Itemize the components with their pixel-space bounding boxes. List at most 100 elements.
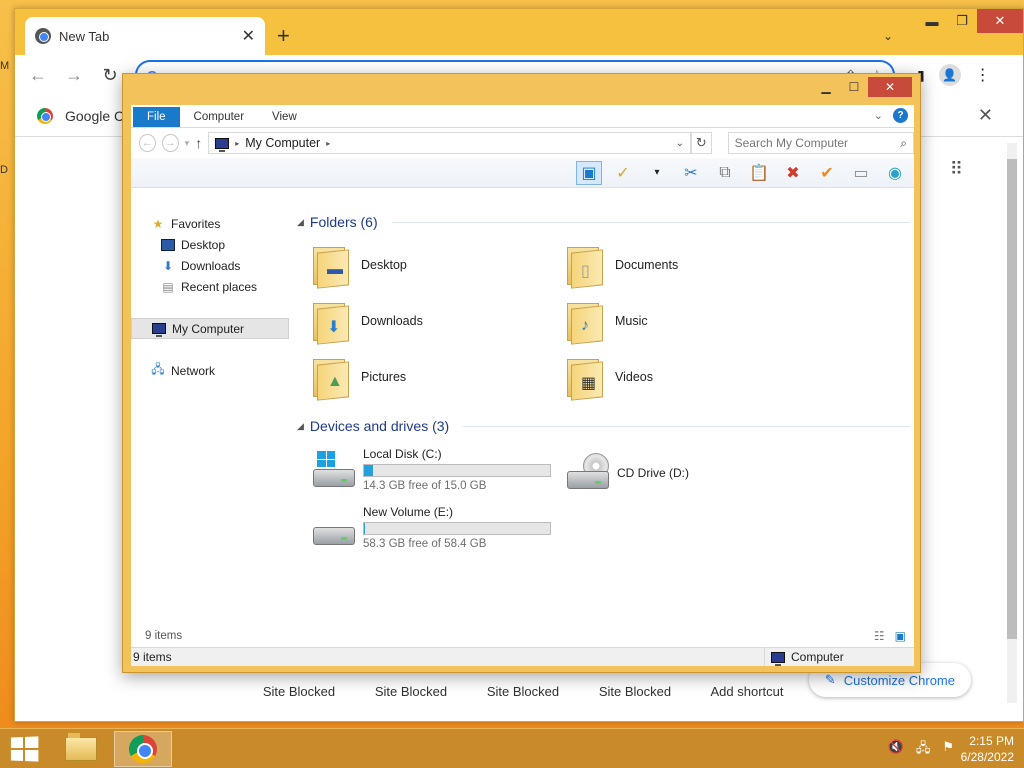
back-button[interactable]: ← — [27, 65, 49, 86]
network-icon[interactable]: 🖧 — [916, 739, 931, 761]
recent-places-icon: ▤ — [162, 279, 174, 294]
help-icon[interactable]: ? — [893, 108, 908, 123]
close-tab-icon[interactable]: ✕ — [242, 26, 255, 46]
tab-computer[interactable]: Computer — [180, 107, 259, 127]
nav-label: Recent places — [181, 279, 258, 294]
apps-grid-icon[interactable]: ⠿ — [950, 159, 963, 180]
properties-icon[interactable]: ✓ — [610, 161, 636, 185]
maximize-button[interactable]: ❐ — [947, 9, 977, 33]
folder-name: Downloads — [361, 314, 423, 328]
large-icons-view-icon[interactable]: ▣ — [895, 629, 906, 643]
scrollbar-thumb[interactable] — [1007, 159, 1017, 639]
nav-my-computer[interactable]: My Computer — [131, 318, 289, 339]
downloads-folder-icon: ⬇ — [311, 299, 351, 345]
taskbar-chrome[interactable] — [114, 731, 172, 767]
add-shortcut-tile[interactable]: Add shortcut — [691, 684, 803, 699]
downloads-icon: ⬇ — [162, 258, 174, 273]
dropdown-chevron-icon[interactable]: ▾ — [644, 161, 670, 185]
folder-downloads[interactable]: ⬇ Downloads — [311, 297, 565, 345]
folder-documents[interactable]: ▯ Documents — [565, 241, 819, 289]
up-arrow-icon[interactable]: ↑ — [195, 135, 202, 151]
page-scrollbar[interactable] — [1007, 143, 1017, 703]
star-icon: ★ — [152, 216, 164, 231]
drives-group-header[interactable]: ◢ Devices and drives (3) — [297, 415, 910, 437]
drive-free-space: 14.3 GB free of 15.0 GB — [363, 480, 487, 492]
nav-desktop[interactable]: Desktop — [131, 234, 289, 255]
folder-music[interactable]: ♪ Music — [565, 297, 819, 345]
shortcut-tile[interactable]: Site Blocked — [355, 684, 467, 699]
start-button[interactable] — [10, 736, 39, 762]
action-center-icon[interactable]: ⚑ — [942, 739, 954, 761]
collapse-triangle-icon: ◢ — [297, 216, 304, 227]
ribbon-expand-chevron-icon[interactable]: ⌄ — [874, 109, 883, 122]
clock[interactable]: 2:15 PM 6/28/2022 — [961, 733, 1014, 765]
explorer-maximize-button[interactable]: ☐ — [840, 77, 868, 97]
folder-videos[interactable]: ▦ Videos — [565, 353, 819, 401]
tab-view[interactable]: View — [258, 107, 311, 127]
reload-button[interactable]: ↻ — [99, 65, 121, 86]
documents-folder-icon: ▯ — [565, 243, 605, 289]
nav-favorites[interactable]: ★ Favorites — [131, 213, 289, 234]
checkmark-icon[interactable]: ✔ — [814, 161, 840, 185]
forward-button[interactable]: → — [63, 65, 85, 86]
preview-pane-icon[interactable]: ▣ — [576, 160, 602, 185]
menu-kebab-icon[interactable]: ⋮ — [975, 65, 991, 85]
chrome-titlebar: New Tab ✕ + ⌄ ▬ ❐ ✕ — [15, 9, 1023, 55]
shortcut-tile[interactable]: Site Blocked — [467, 684, 579, 699]
command-bar: ▣ ✓ ▾ ✂ ⧉ 📋 ✖ ✔ ▭ ◉ — [131, 158, 914, 188]
drive-c[interactable]: Local Disk (C:) 14.3 GB free of 15.0 GB — [311, 447, 565, 499]
address-bar[interactable]: ▸ My Computer ▸ ⌄ — [208, 132, 692, 154]
content-pane: ◢ Folders (6) ▬ Desktop ▯ Documents ⬇ Do… — [297, 209, 910, 629]
customize-label: Customize Chrome — [843, 672, 955, 688]
shortcut-tile[interactable]: Site Blocked — [243, 684, 355, 699]
navigation-pane: ★ Favorites Desktop ⬇ Downloads ▤ Recent… — [131, 209, 289, 629]
tab-file[interactable]: File — [133, 107, 180, 127]
taskbar-file-explorer[interactable] — [52, 731, 110, 767]
desktop-icon-label: M — [0, 60, 10, 72]
explorer-back-button[interactable]: ← — [139, 134, 156, 152]
details-view-icon[interactable]: ☷ — [874, 629, 885, 643]
status-location: Computer — [764, 648, 914, 666]
volume-muted-icon[interactable]: 🔇 — [888, 739, 904, 761]
profile-avatar[interactable]: 👤 — [938, 64, 961, 86]
volume-disk-icon — [311, 509, 357, 553]
drive-e[interactable]: New Volume (E:) 58.3 GB free of 58.4 GB — [311, 505, 565, 557]
breadcrumb-my-computer[interactable]: My Computer — [245, 136, 320, 150]
rename-icon[interactable]: ▭ — [848, 161, 874, 185]
drive-info: CD Drive (D:) — [617, 466, 689, 480]
cut-icon[interactable]: ✂ — [678, 161, 704, 185]
tab-search-chevron-icon[interactable]: ⌄ — [883, 29, 893, 43]
globe-icon[interactable]: ◉ — [882, 161, 908, 185]
nav-recent-places[interactable]: ▤ Recent places — [131, 276, 289, 297]
nav-downloads[interactable]: ⬇ Downloads — [131, 255, 289, 276]
infobar-text: Google C — [65, 107, 125, 124]
drive-d[interactable]: CD Drive (D:) — [565, 447, 819, 499]
nav-label: Network — [171, 363, 216, 378]
copy-icon[interactable]: ⧉ — [712, 161, 738, 185]
videos-folder-icon: ▦ — [565, 355, 605, 401]
nav-network[interactable]: 🖧 Network — [131, 360, 289, 381]
infobar-close-icon[interactable]: ✕ — [978, 105, 993, 126]
new-tab-button[interactable]: + — [277, 23, 290, 49]
explorer-close-button[interactable]: ✕ — [868, 77, 912, 97]
minimize-button[interactable]: ▬ — [917, 9, 947, 33]
paste-icon[interactable]: 📋 — [746, 161, 772, 185]
file-explorer-icon — [65, 733, 97, 761]
explorer-minimize-button[interactable]: ▁ — [812, 77, 840, 97]
explorer-forward-button[interactable]: → — [161, 134, 179, 152]
folder-name: Videos — [615, 370, 653, 384]
folder-name: Pictures — [361, 370, 407, 384]
delete-icon[interactable]: ✖ — [780, 161, 806, 185]
tab-new-tab[interactable]: New Tab ✕ — [25, 17, 265, 55]
folder-desktop[interactable]: ▬ Desktop — [311, 241, 565, 289]
refresh-button[interactable]: ↻ — [691, 132, 712, 154]
address-dropdown-chevron-icon[interactable]: ⌄ — [676, 138, 684, 149]
shortcut-tile[interactable]: Site Blocked — [579, 684, 691, 699]
search-input[interactable]: Search My Computer ⌕ — [727, 132, 914, 154]
recent-locations-chevron-icon[interactable]: ▾ — [185, 138, 190, 149]
chrome-icon — [129, 735, 157, 763]
folder-pictures[interactable]: ▲ Pictures — [311, 353, 565, 401]
drive-name: New Volume (E:) — [363, 505, 454, 519]
folders-group-header[interactable]: ◢ Folders (6) — [297, 211, 910, 233]
close-window-button[interactable]: ✕ — [977, 9, 1023, 33]
